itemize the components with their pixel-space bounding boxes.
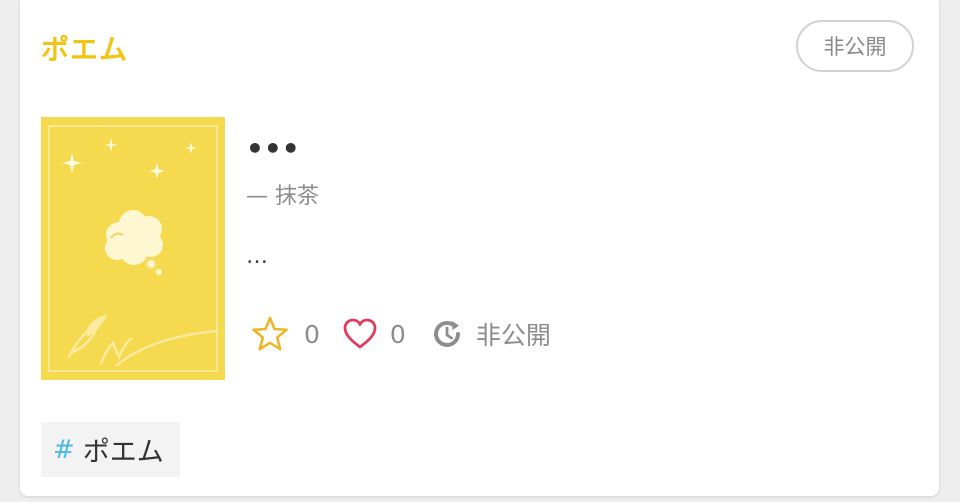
- work-excerpt: …: [246, 244, 268, 269]
- work-card: ポエム 非公開 ••• — 抹茶 … 0 0 非公開 # ポエム: [20, 0, 939, 496]
- star-icon: [252, 316, 288, 351]
- author-name[interactable]: — 抹茶: [246, 178, 319, 210]
- hash-icon: #: [53, 434, 75, 465]
- poem-cover-icon: [41, 117, 225, 380]
- star-count: 0: [304, 319, 320, 349]
- like-stat[interactable]: 0: [342, 316, 406, 352]
- cover-image[interactable]: [41, 117, 225, 380]
- stats-bar: 0 0 非公開: [250, 314, 551, 354]
- history-icon: [433, 320, 460, 347]
- visibility-stat: 非公開: [430, 316, 551, 352]
- tag-chip[interactable]: # ポエム: [41, 422, 180, 477]
- heart-icon: [343, 318, 377, 349]
- work-title[interactable]: •••: [246, 132, 300, 165]
- visibility-status-button[interactable]: 非公開: [796, 20, 914, 72]
- tag-label: ポエム: [82, 437, 164, 468]
- visibility-label: 非公開: [475, 321, 551, 350]
- category-label[interactable]: ポエム: [41, 28, 128, 68]
- star-stat[interactable]: 0: [250, 314, 320, 354]
- like-count: 0: [389, 319, 406, 349]
